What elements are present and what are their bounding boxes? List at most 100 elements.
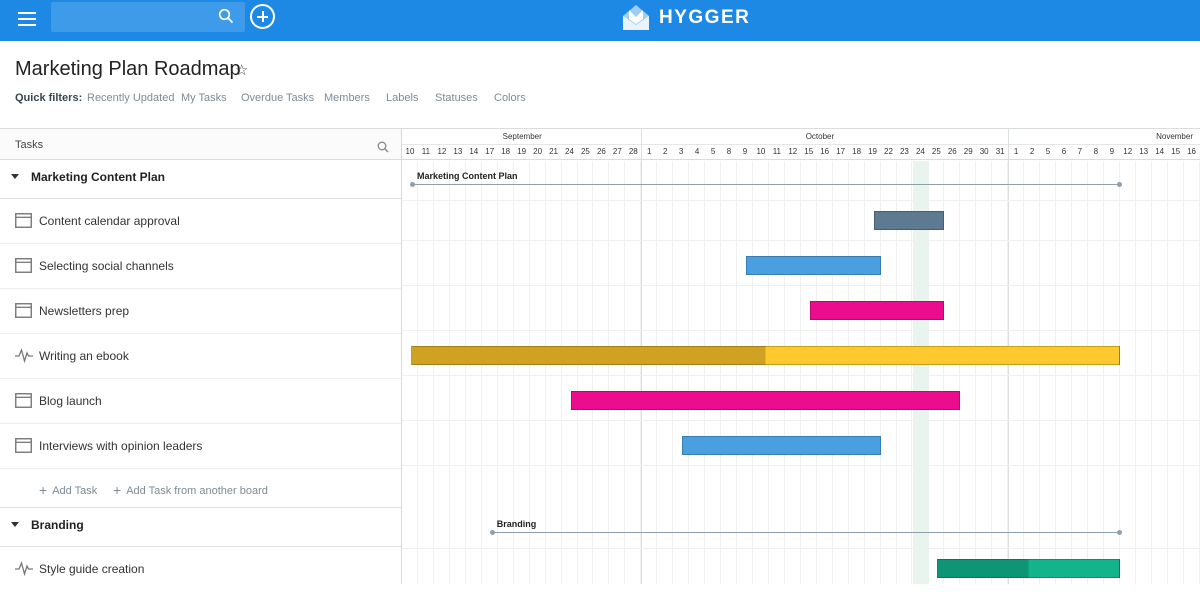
task-bar[interactable] xyxy=(937,559,1120,578)
card-icon xyxy=(15,258,32,278)
activity-icon xyxy=(15,561,33,581)
day-label: 29 xyxy=(963,147,973,156)
grid-line xyxy=(863,161,865,584)
day-label: 26 xyxy=(596,147,606,156)
group-row-branding[interactable]: Branding xyxy=(0,506,401,546)
day-label: 2 xyxy=(662,147,668,156)
grid-line xyxy=(544,161,546,584)
day-label: 14 xyxy=(469,147,479,156)
search-icon[interactable] xyxy=(218,8,234,29)
day-label: 31 xyxy=(995,147,1005,156)
group-bar-endpoint[interactable] xyxy=(410,182,415,187)
group-name: Marketing Content Plan xyxy=(31,170,166,184)
group-bar-endpoint[interactable] xyxy=(1116,182,1122,187)
group-bar-endpoint[interactable] xyxy=(1116,530,1122,535)
filter-statuses[interactable]: Statuses xyxy=(435,92,478,104)
grid-line xyxy=(991,161,993,584)
timeline-grid[interactable]: Marketing Content Plan Branding xyxy=(402,129,1200,584)
card-icon xyxy=(15,438,32,458)
grid-line xyxy=(624,161,626,584)
task-row-style-guide-creation[interactable]: Style guide creation xyxy=(0,547,401,592)
task-row-content-calendar-approval[interactable]: Content calendar approval xyxy=(0,199,401,244)
grid-line xyxy=(672,161,674,584)
day-label: 20 xyxy=(533,147,543,156)
day-label: 24 xyxy=(565,147,574,156)
day-label: 14 xyxy=(1155,147,1165,156)
page-title: Marketing Plan Roadmap xyxy=(15,58,241,80)
filter-my-tasks[interactable]: My Tasks xyxy=(181,92,227,104)
day-label: 19 xyxy=(517,147,527,156)
grid-line xyxy=(1134,161,1136,584)
hygger-logo[interactable]: HYGGER xyxy=(621,3,761,33)
row-line xyxy=(402,375,1200,376)
card-icon xyxy=(15,213,32,233)
task-bar[interactable] xyxy=(873,211,945,230)
plus-icon: + xyxy=(113,482,122,498)
task-bar[interactable] xyxy=(411,346,1120,365)
timeline-months: September October November xyxy=(402,129,1200,143)
row-line xyxy=(402,285,1200,286)
filter-overdue-tasks[interactable]: Overdue Tasks xyxy=(241,92,314,104)
menu-icon[interactable] xyxy=(18,12,36,26)
search-box[interactable] xyxy=(51,2,245,32)
card-icon xyxy=(15,393,32,413)
day-label: 8 xyxy=(1093,147,1099,156)
group-bar[interactable] xyxy=(489,530,1122,535)
search-input[interactable] xyxy=(57,7,207,27)
day-label: 25 xyxy=(931,147,941,156)
day-label: 3 xyxy=(678,147,684,156)
row-line xyxy=(402,330,1200,331)
grid-line xyxy=(704,161,706,584)
day-label: 26 xyxy=(947,147,957,156)
day-label: 30 xyxy=(979,147,989,156)
group-bar-label: Branding xyxy=(496,519,537,529)
day-label: 9 xyxy=(1109,147,1115,156)
collapse-caret-icon[interactable] xyxy=(11,522,19,527)
add-task-button[interactable]: + Add Task xyxy=(39,481,97,498)
task-name: Content calendar approval xyxy=(39,214,180,228)
group-row-marketing-content-plan[interactable]: Marketing Content Plan xyxy=(0,158,401,198)
day-label: 6 xyxy=(1061,147,1067,156)
row-line xyxy=(402,548,1200,549)
task-bar[interactable] xyxy=(682,436,881,455)
grid-line xyxy=(1182,161,1184,584)
grid-line xyxy=(576,161,578,584)
grid-line xyxy=(847,161,849,584)
task-name: Style guide creation xyxy=(39,562,145,576)
activity-icon xyxy=(15,348,33,368)
group-bar-endpoint[interactable] xyxy=(489,530,495,535)
day-label: 21 xyxy=(549,147,558,156)
grid-line xyxy=(720,161,722,584)
day-label: 15 xyxy=(804,147,814,156)
task-bar[interactable] xyxy=(570,391,961,410)
group-bar[interactable] xyxy=(410,182,1122,187)
tasks-header: Tasks xyxy=(0,128,401,160)
task-bar[interactable] xyxy=(809,301,945,320)
task-row-newsletters-prep[interactable]: Newsletters prep xyxy=(0,289,401,334)
day-label: 17 xyxy=(485,147,495,156)
add-icon[interactable] xyxy=(250,4,275,29)
filter-recently-updated[interactable]: Recently Updated xyxy=(87,92,174,104)
filter-colors[interactable]: Colors xyxy=(494,92,526,104)
grid-line xyxy=(656,161,658,584)
task-row-interviews-with-opinion-leaders[interactable]: Interviews with opinion leaders xyxy=(0,424,401,469)
grid-line xyxy=(1118,161,1120,584)
day-label: 13 xyxy=(1139,147,1149,156)
group-name: Branding xyxy=(31,518,84,532)
add-task-from-board-button[interactable]: + Add Task from another board xyxy=(113,481,268,498)
tasks-search-icon[interactable] xyxy=(377,140,389,158)
grid-line xyxy=(1023,161,1025,584)
day-label: 11 xyxy=(772,147,781,156)
star-icon[interactable]: ☆ xyxy=(235,61,248,79)
grid-line xyxy=(1070,161,1072,584)
task-row-blog-launch[interactable]: Blog launch xyxy=(0,379,401,424)
task-row-selecting-social-channels[interactable]: Selecting social channels xyxy=(0,244,401,289)
collapse-caret-icon[interactable] xyxy=(11,174,19,179)
filter-labels[interactable]: Labels xyxy=(386,92,418,104)
task-bar[interactable] xyxy=(745,256,881,275)
gantt-timeline[interactable]: September October November 10 11 12 13 14 17 18 1… xyxy=(402,128,1200,584)
day-label: 12 xyxy=(1123,147,1133,156)
filter-members[interactable]: Members xyxy=(324,92,370,104)
task-row-writing-an-ebook[interactable]: Writing an ebook xyxy=(0,334,401,379)
day-label: 4 xyxy=(694,147,700,156)
